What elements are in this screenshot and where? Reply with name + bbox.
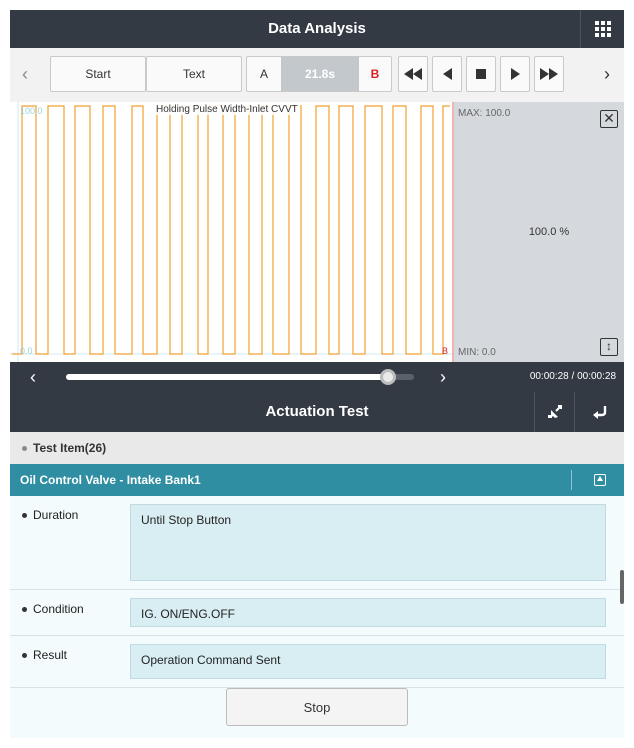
scrub-right-icon[interactable]: › <box>440 362 446 392</box>
result-row: Result Operation Command Sent <box>10 636 624 688</box>
test-item-label: Test Item(26) <box>33 441 107 455</box>
actuation-header: Actuation Test <box>10 392 624 432</box>
value-panel: MAX: 100.0 ✕ 100.0 % MIN: 0.0 ↕ <box>454 102 624 362</box>
app-frame: Data Analysis ‹ Start Text A 21.8s B › H… <box>10 10 624 738</box>
scrollbar[interactable] <box>620 570 624 604</box>
result-value: Operation Command Sent <box>130 644 606 679</box>
max-label: MAX: 100.0 <box>458 108 511 119</box>
y-bottom-label: 0.0 <box>20 346 33 356</box>
stop-icon <box>476 69 486 79</box>
collapse-icon[interactable] <box>594 474 606 486</box>
text-button[interactable]: Text <box>146 56 242 92</box>
close-icon[interactable]: ✕ <box>600 110 618 128</box>
divider <box>571 470 572 490</box>
marker-time: 21.8s <box>281 57 359 91</box>
condition-label: Condition <box>22 602 84 616</box>
min-label: MIN: 0.0 <box>458 347 496 358</box>
pulse-line <box>12 105 450 355</box>
marker-b-button[interactable]: B <box>359 57 391 91</box>
timeline-progress <box>66 374 388 380</box>
test-details: Duration Until Stop Button Condition IG.… <box>10 496 624 738</box>
graph-title: Holding Pulse Width-Inlet CVVT <box>154 104 300 115</box>
selected-test-label: Oil Control Valve - Intake Bank1 <box>20 473 201 487</box>
app-header: Data Analysis <box>10 10 624 48</box>
signal-plot <box>10 102 454 362</box>
duration-label: Duration <box>22 508 78 522</box>
duration-label-text: Duration <box>33 508 79 522</box>
duration-row: Duration Until Stop Button <box>10 496 624 590</box>
pulse-series <box>12 105 450 355</box>
chevron-left-icon[interactable]: ‹ <box>14 56 36 92</box>
condition-row: Condition IG. ON/ENG.OFF <box>10 590 624 636</box>
timeline-handle[interactable] <box>379 369 396 385</box>
time-readout: 00:00:28 / 00:00:28 <box>529 371 616 382</box>
marker-group: A 21.8s B <box>246 56 392 92</box>
timeline-track[interactable] <box>66 369 414 385</box>
stop-button[interactable]: Stop <box>226 688 408 726</box>
return-icon <box>592 406 606 419</box>
marker-a-button[interactable]: A <box>247 57 281 91</box>
stop-playback-button[interactable] <box>466 56 496 92</box>
fast-forward-button[interactable] <box>534 56 564 92</box>
condition-label-text: Condition <box>33 602 84 616</box>
signal-graph[interactable]: Holding Pulse Width-Inlet CVVT 100.0 0.0… <box>10 102 454 362</box>
back-button[interactable] <box>574 392 624 432</box>
scrub-left-icon[interactable]: ‹ <box>30 362 36 392</box>
menu-button[interactable] <box>580 10 624 48</box>
condition-value: IG. ON/ENG.OFF <box>130 598 606 627</box>
test-item-header[interactable]: Test Item(26) <box>10 432 624 464</box>
rewind-icon <box>404 68 422 80</box>
step-back-button[interactable] <box>432 56 462 92</box>
step-back-icon <box>442 68 452 80</box>
bullet-icon <box>22 513 27 519</box>
bullet-icon <box>22 446 27 452</box>
play-icon <box>510 68 520 80</box>
bullet-icon <box>22 607 27 613</box>
result-label-text: Result <box>33 648 68 662</box>
page-title: Data Analysis <box>268 20 366 37</box>
y-top-label: 100.0 <box>20 106 43 116</box>
actuation-title: Actuation Test <box>265 403 369 420</box>
timeline-scrubber: ‹ › 00:00:28 / 00:00:28 <box>10 362 624 392</box>
scale-icon[interactable]: ↕ <box>600 338 618 356</box>
selected-test-item[interactable]: Oil Control Valve - Intake Bank1 <box>10 464 624 496</box>
grid-icon <box>594 21 611 37</box>
duration-value: Until Stop Button <box>130 504 606 581</box>
marker-b-label: B <box>442 346 449 356</box>
result-label: Result <box>22 648 67 662</box>
move-icon <box>547 405 562 418</box>
toolbar: ‹ Start Text A 21.8s B › <box>10 48 624 102</box>
move-button[interactable] <box>534 392 574 432</box>
current-value: 100.0 % <box>528 226 570 238</box>
play-button[interactable] <box>500 56 530 92</box>
fast-forward-icon <box>540 68 558 80</box>
start-button[interactable]: Start <box>50 56 146 92</box>
bullet-icon <box>22 653 27 659</box>
rewind-button[interactable] <box>398 56 428 92</box>
chevron-right-icon[interactable]: › <box>596 56 618 92</box>
